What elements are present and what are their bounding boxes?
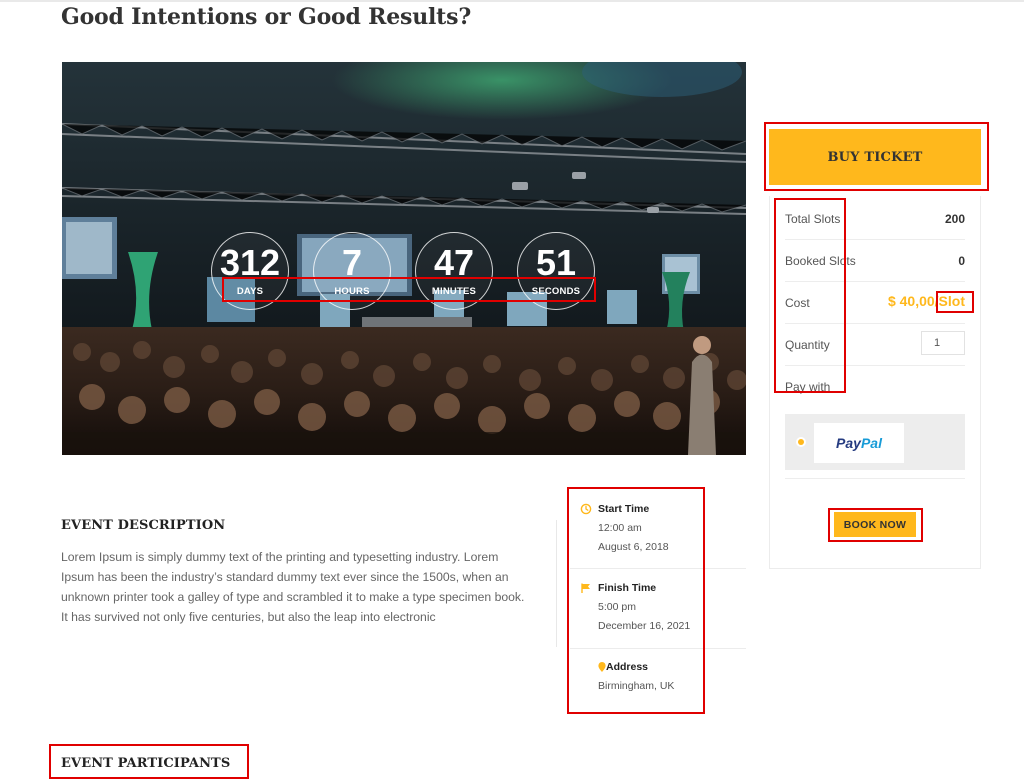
countdown-minutes: 47 MINUTES (415, 232, 493, 310)
map-pin-icon (598, 662, 606, 672)
page-title: Good Intentions or Good Results? (61, 4, 472, 30)
quantity-label: Quantity (785, 338, 830, 352)
top-border (0, 0, 1024, 2)
countdown-days: 312 DAYS (211, 232, 289, 310)
paypal-logo: Pay Pal (814, 423, 904, 463)
total-slots-row: Total Slots 200 (785, 198, 965, 240)
cost-value: $ 40,00/Slot (887, 293, 965, 309)
paypal-option[interactable]: Pay Pal (785, 414, 965, 470)
total-slots-value: 200 (944, 212, 965, 226)
buy-ticket-button[interactable]: BUY TICKET (769, 129, 981, 185)
cost-row: Cost $ 40,00/Slot (785, 282, 965, 324)
total-slots-label: Total Slots (785, 212, 841, 226)
countdown-seconds-value: 51 (535, 242, 577, 283)
clock-icon (580, 503, 592, 515)
paypal-radio[interactable] (798, 439, 804, 445)
countdown-minutes-label: MINUTES (431, 286, 477, 297)
booked-slots-label: Booked Slots (785, 254, 856, 268)
flag-icon (581, 583, 590, 593)
finish-time-value: 5:00 pm (598, 601, 636, 613)
quantity-input[interactable]: 1 (921, 331, 965, 355)
start-time-value: 12:00 am (598, 522, 642, 534)
pay-with-row: Pay with (785, 366, 965, 408)
pay-with-label: Pay with (785, 380, 831, 394)
countdown-hours: 7 HOURS (313, 232, 391, 310)
meta-separator (570, 648, 746, 649)
finish-time-label: Finish Time (598, 582, 657, 594)
start-date-value: August 6, 2018 (598, 541, 669, 553)
payment-divider (785, 478, 965, 479)
start-time-block: Start Time 12:00 am August 6, 2018 (580, 500, 669, 557)
countdown-seconds-label: SECONDS (531, 286, 581, 297)
booked-slots-value: 0 (958, 254, 965, 268)
meta-separator (570, 568, 746, 569)
event-description-heading: EVENT DESCRIPTION (61, 518, 226, 533)
event-description-text: Lorem Ipsum is simply dummy text of the … (61, 550, 525, 624)
event-hero-image: 312 DAYS 7 HOURS 47 MINUTES 51 SECONDS (62, 62, 746, 455)
cost-label: Cost (785, 296, 810, 310)
booked-slots-row: Booked Slots 0 (785, 240, 965, 282)
event-participants-heading: EVENT PARTICIPANTS (61, 756, 231, 771)
meta-divider (556, 520, 557, 647)
address-value: Birmingham, UK (598, 680, 675, 692)
countdown-hours-value: 7 (341, 242, 363, 283)
countdown-seconds: 51 SECONDS (517, 232, 595, 310)
address-label: Address (606, 661, 649, 673)
countdown-hours-label: HOURS (334, 286, 370, 297)
address-block: Address Birmingham, UK (580, 658, 674, 696)
countdown-days-value: 312 (219, 242, 281, 283)
quantity-row: Quantity 1 (785, 324, 965, 366)
countdown-minutes-value: 47 (433, 242, 475, 283)
finish-time-block: Finish Time 5:00 pm December 16, 2021 (580, 579, 690, 636)
book-now-button[interactable]: BOOK NOW (834, 512, 916, 537)
start-time-label: Start Time (598, 503, 650, 515)
countdown-days-label: DAYS (236, 286, 264, 297)
finish-date-value: December 16, 2021 (598, 620, 691, 632)
